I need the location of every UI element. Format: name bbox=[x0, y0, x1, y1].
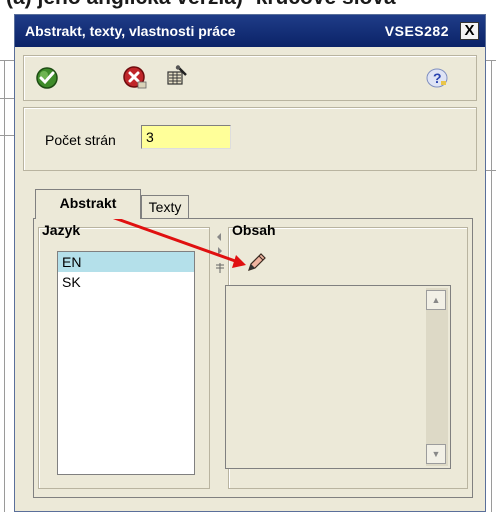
tab-abstrakt[interactable]: Abstrakt bbox=[35, 189, 141, 219]
annotation-arrow bbox=[63, 198, 246, 268]
